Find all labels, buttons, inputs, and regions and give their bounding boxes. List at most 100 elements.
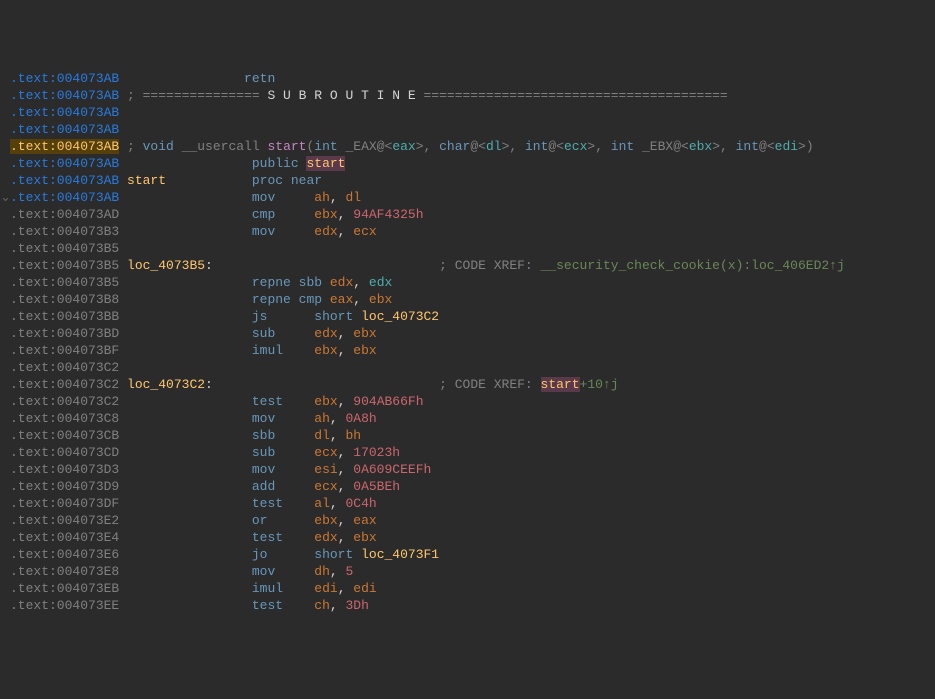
address-label[interactable]: .text:004073AB: [10, 156, 119, 171]
code-line[interactable]: .text:004073C2: [0, 359, 935, 376]
code-token: >): [798, 139, 814, 154]
code-token: ,: [338, 581, 354, 596]
address-label[interactable]: .text:004073E4: [10, 530, 119, 545]
address-label[interactable]: .text:004073AB: [10, 139, 119, 154]
code-line[interactable]: .text:004073C8 mov ah, 0A8h: [0, 410, 935, 427]
code-token: bh: [345, 428, 361, 443]
code-line[interactable]: .text:004073AB: [0, 104, 935, 121]
code-token: proc near: [252, 173, 322, 188]
code-line[interactable]: .text:004073AB ; void __usercall start(i…: [0, 138, 935, 155]
code-token: [275, 411, 314, 426]
address-label[interactable]: .text:004073AD: [10, 207, 119, 222]
code-token: 94AF4325h: [353, 207, 423, 222]
code-line[interactable]: .text:004073AB start proc near: [0, 172, 935, 189]
code-token: cmp: [252, 207, 275, 222]
address-label[interactable]: .text:004073C2: [10, 377, 119, 392]
fold-gutter-icon: [0, 155, 10, 172]
address-label[interactable]: .text:004073CB: [10, 428, 119, 443]
address-label[interactable]: .text:004073D9: [10, 479, 119, 494]
address-label[interactable]: .text:004073E8: [10, 564, 119, 579]
address-label[interactable]: .text:004073C2: [10, 360, 119, 375]
code-token: [275, 445, 314, 460]
address-label[interactable]: .text:004073D3: [10, 462, 119, 477]
code-line[interactable]: .text:004073CD sub ecx, 17023h: [0, 444, 935, 461]
address-label[interactable]: .text:004073E2: [10, 513, 119, 528]
code-line[interactable]: .text:004073E4 test edx, ebx: [0, 529, 935, 546]
code-line[interactable]: .text:004073E2 or ebx, eax: [0, 512, 935, 529]
code-line[interactable]: .text:004073AB ; =============== S U B R…: [0, 87, 935, 104]
code-line[interactable]: .text:004073DF test al, 0C4h: [0, 495, 935, 512]
fold-gutter-icon: [0, 512, 10, 529]
code-token: int: [736, 139, 759, 154]
code-line[interactable]: .text:004073BB js short loc_4073C2: [0, 308, 935, 325]
code-line[interactable]: .text:004073B5 loc_4073B5: ; CODE XREF: …: [0, 257, 935, 274]
code-line[interactable]: .text:004073AB retn: [0, 70, 935, 87]
disassembly-view[interactable]: .text:004073AB retn .text:004073AB ; ===…: [0, 70, 935, 614]
address-label[interactable]: .text:004073EB: [10, 581, 119, 596]
code-token: [267, 547, 314, 562]
code-token: dh: [314, 564, 330, 579]
code-line[interactable]: .text:004073B3 mov edx, ecx: [0, 223, 935, 240]
code-token: [119, 224, 252, 239]
code-token: ,: [330, 190, 346, 205]
code-line[interactable]: .text:004073AB: [0, 121, 935, 138]
address-label[interactable]: .text:004073C8: [10, 411, 119, 426]
address-label[interactable]: .text:004073B3: [10, 224, 119, 239]
address-label[interactable]: .text:004073DF: [10, 496, 119, 511]
code-token: ebx: [353, 326, 376, 341]
address-label[interactable]: .text:004073C2: [10, 394, 119, 409]
fold-gutter-icon: [0, 223, 10, 240]
code-token: [119, 479, 252, 494]
address-label[interactable]: .text:004073AB: [10, 122, 119, 137]
code-token: @<: [548, 139, 564, 154]
code-line[interactable]: .text:004073B5 repne sbb edx, edx: [0, 274, 935, 291]
code-line[interactable]: .text:004073AD cmp ebx, 94AF4325h: [0, 206, 935, 223]
address-label[interactable]: .text:004073AB: [10, 173, 119, 188]
code-line[interactable]: .text:004073D3 mov esi, 0A609CEEFh: [0, 461, 935, 478]
code-line[interactable]: .text:004073EE test ch, 3Dh: [0, 597, 935, 614]
code-token: ebx: [314, 343, 337, 358]
address-label[interactable]: .text:004073AB: [10, 190, 119, 205]
code-line[interactable]: .text:004073C2 loc_4073C2: ; CODE XREF: …: [0, 376, 935, 393]
address-label[interactable]: .text:004073BD: [10, 326, 119, 341]
address-label[interactable]: .text:004073BF: [10, 343, 119, 358]
fold-gutter-icon[interactable]: ⌄: [0, 189, 10, 206]
fold-gutter-icon: [0, 376, 10, 393]
code-line[interactable]: .text:004073C2 test ebx, 904AB66Fh: [0, 393, 935, 410]
address-label[interactable]: .text:004073AB: [10, 105, 119, 120]
code-token: sbb: [252, 428, 275, 443]
code-token: ,: [338, 343, 354, 358]
code-token: ah: [314, 411, 330, 426]
fold-gutter-icon: [0, 580, 10, 597]
code-line[interactable]: .text:004073D9 add ecx, 0A5BEh: [0, 478, 935, 495]
code-line[interactable]: .text:004073B8 repne cmp eax, ebx: [0, 291, 935, 308]
code-token: [119, 258, 127, 273]
address-label[interactable]: .text:004073CD: [10, 445, 119, 460]
code-token: [119, 496, 252, 511]
address-label[interactable]: .text:004073BB: [10, 309, 119, 324]
code-token: 0A5BEh: [353, 479, 400, 494]
code-token: eax: [330, 292, 353, 307]
address-label[interactable]: .text:004073EE: [10, 598, 119, 613]
code-token: _EBX@<: [634, 139, 689, 154]
address-label[interactable]: .text:004073E6: [10, 547, 119, 562]
code-line[interactable]: .text:004073CB sbb dl, bh: [0, 427, 935, 444]
address-label[interactable]: .text:004073B5: [10, 241, 119, 256]
address-label[interactable]: .text:004073B8: [10, 292, 119, 307]
address-label[interactable]: .text:004073B5: [10, 258, 119, 273]
address-label[interactable]: .text:004073AB: [10, 71, 119, 86]
address-label[interactable]: .text:004073AB: [10, 88, 119, 103]
code-line[interactable]: .text:004073E6 jo short loc_4073F1: [0, 546, 935, 563]
code-line[interactable]: .text:004073BF imul ebx, ebx: [0, 342, 935, 359]
fold-gutter-icon: [0, 172, 10, 189]
code-line[interactable]: .text:004073B5: [0, 240, 935, 257]
code-line[interactable]: .text:004073AB public start: [0, 155, 935, 172]
code-token: [275, 428, 314, 443]
code-token: dl: [345, 190, 361, 205]
code-line[interactable]: .text:004073E8 mov dh, 5: [0, 563, 935, 580]
code-line[interactable]: .text:004073EB imul edi, edi: [0, 580, 935, 597]
code-line[interactable]: ⌄.text:004073AB mov ah, dl: [0, 189, 935, 206]
address-label[interactable]: .text:004073B5: [10, 275, 119, 290]
code-line[interactable]: .text:004073BD sub edx, ebx: [0, 325, 935, 342]
code-token: ebx: [353, 343, 376, 358]
